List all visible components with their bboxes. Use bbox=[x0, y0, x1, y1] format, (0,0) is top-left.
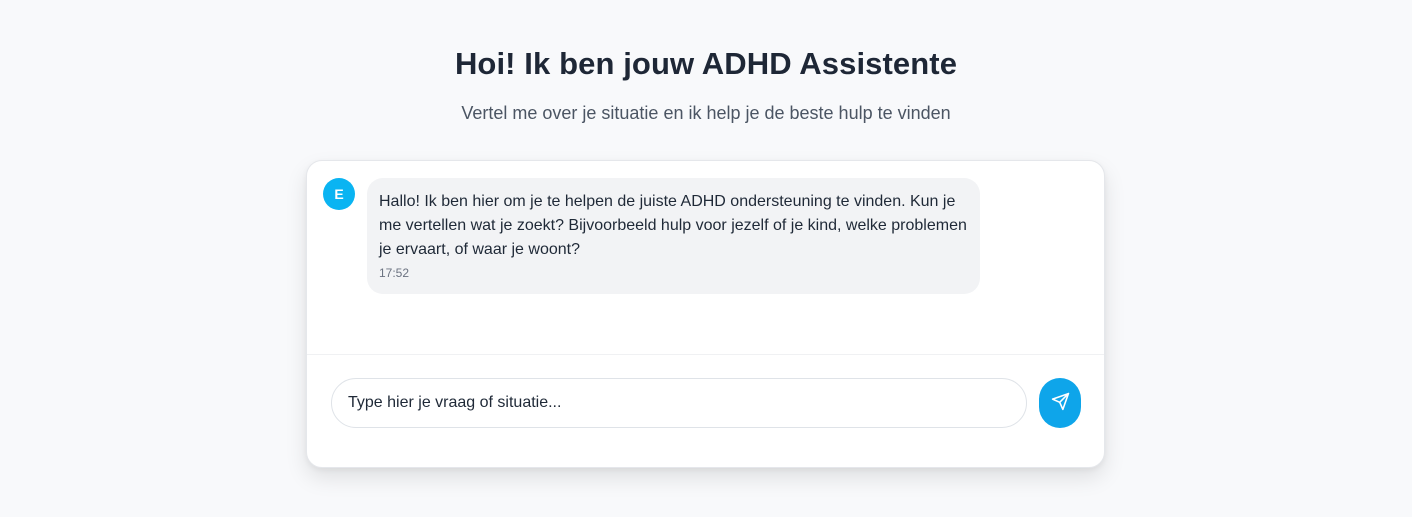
send-icon bbox=[1051, 392, 1070, 414]
assistant-avatar: E bbox=[323, 178, 355, 210]
page: Hoi! Ik ben jouw ADHD Assistente Vertel … bbox=[0, 0, 1412, 517]
assistant-message-bubble: Hallo! Ik ben hier om je te helpen de ju… bbox=[367, 178, 980, 294]
message-list[interactable]: E Hallo! Ik ben hier om je te helpen de … bbox=[307, 161, 1104, 354]
message-input[interactable] bbox=[348, 394, 1010, 412]
message-input-container[interactable] bbox=[331, 378, 1027, 428]
page-subtitle: Vertel me over je situatie en ik help je… bbox=[461, 103, 951, 123]
send-button[interactable] bbox=[1039, 378, 1081, 428]
message-timestamp: 17:52 bbox=[379, 266, 410, 280]
input-divider bbox=[307, 354, 1104, 355]
chat-window: E Hallo! Ik ben hier om je te helpen de … bbox=[306, 160, 1105, 468]
page-title: Hoi! Ik ben jouw ADHD Assistente bbox=[454, 46, 958, 81]
message-text: Hallo! Ik ben hier om je te helpen de ju… bbox=[379, 193, 967, 258]
